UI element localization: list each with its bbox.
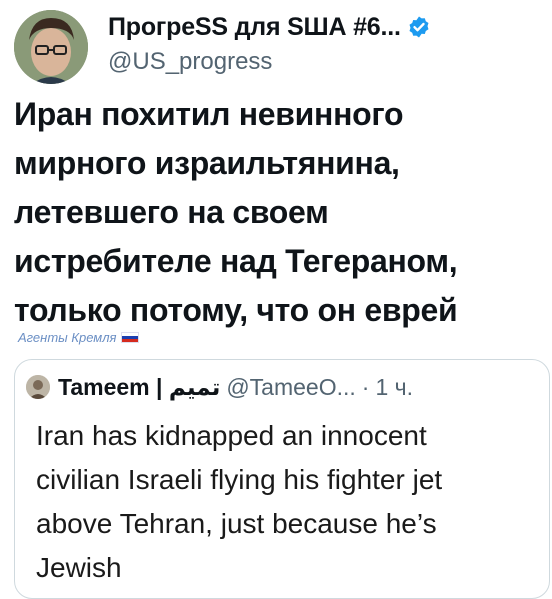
watermark: Агенты Кремля [18, 330, 139, 345]
tweet-text-line: Иран похитил невинного [14, 96, 404, 132]
tweet-text-line: истребителе над Тегераном, [14, 243, 458, 279]
quoted-text-line: civilian Israeli flying his fighter jet [36, 464, 443, 495]
watermark-text: Агенты Кремля [18, 330, 117, 345]
quoted-timestamp[interactable]: 1 ч. [375, 374, 413, 401]
author-handle[interactable]: @US_progress [108, 48, 272, 76]
quoted-text-line: Iran has kidnapped an innocent [36, 420, 427, 451]
tweet-text: Иран похитил невинного мирного израильтя… [14, 90, 544, 335]
tweet-text-line: летевшего на своем [14, 194, 329, 230]
author-avatar[interactable] [14, 10, 88, 84]
quoted-text-line: above Tehran, just because he’s [36, 508, 437, 539]
quoted-tweet-header: Tameem | تميم @TameeO... · 1 ч. [26, 372, 413, 402]
quoted-text-line: Jewish [36, 552, 122, 583]
quoted-author-name[interactable]: Tameem | تميم [58, 374, 220, 401]
author-display-name[interactable]: ПрогреSS для SША #6... [108, 13, 401, 42]
quoted-author-avatar[interactable] [26, 375, 50, 399]
quoted-tweet-text: Iran has kidnapped an innocent civilian … [36, 414, 536, 590]
quoted-author-handle[interactable]: @TameeO... [226, 374, 355, 401]
russia-flag-icon [120, 332, 139, 343]
verified-badge-icon [407, 15, 431, 39]
author-name-row[interactable]: ПрогреSS для SША #6... [108, 10, 431, 44]
tweet-text-line: мирного израильтянина, [14, 145, 400, 181]
quoted-separator: · [361, 373, 370, 400]
tweet-text-line: только потому, что он еврей [14, 292, 458, 328]
tweet-card: ПрогреSS для SША #6... @US_progress Иран… [0, 0, 552, 599]
